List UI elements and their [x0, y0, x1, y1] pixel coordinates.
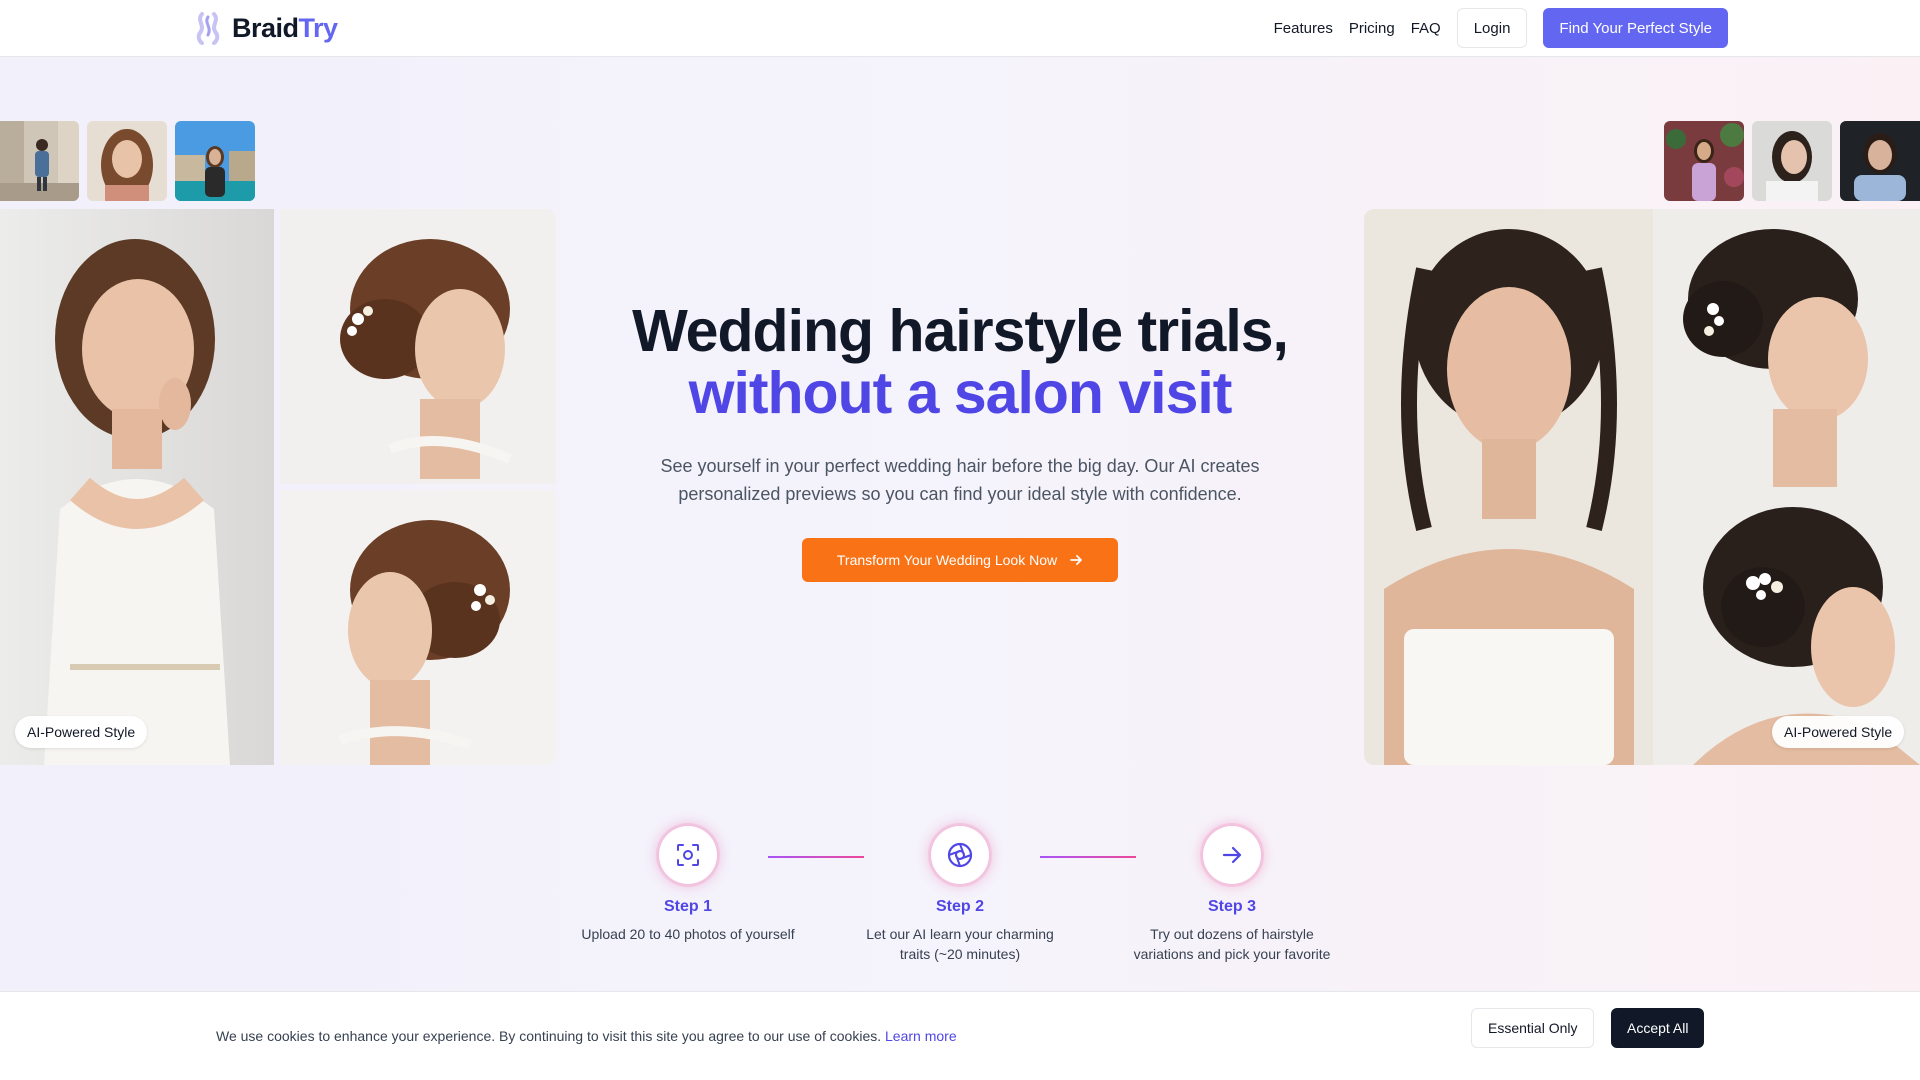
arrow-right-icon: [1222, 846, 1242, 864]
thumbnail-photo: [1664, 121, 1744, 201]
learn-more-link[interactable]: Learn more: [885, 1028, 957, 1044]
braided-updo-back-photo: [280, 490, 556, 765]
step-2-description: Let our AI learn your charming traits (~…: [866, 926, 1054, 962]
right-photo-grid: AI-Powered Style: [1364, 209, 1920, 765]
ai-powered-badge: AI-Powered Style: [15, 716, 148, 748]
hero-heading-line2: without a salon visit: [688, 360, 1233, 426]
login-button[interactable]: Login: [1456, 8, 1528, 48]
cookie-message: We use cookies to enhance your experienc…: [216, 1028, 957, 1044]
thumbnail-photo: [175, 121, 255, 201]
right-thumbnail-strip: [1664, 121, 1920, 201]
cookie-banner: We use cookies to enhance your experienc…: [0, 991, 1920, 1080]
arrow-right-icon: [1070, 555, 1083, 565]
logo[interactable]: BraidTry: [192, 11, 338, 45]
step-2-circle: [931, 826, 989, 884]
bride-front-portrait-photo: [1364, 209, 1653, 765]
hero-subtitle: See yourself in your perfect wedding hai…: [660, 456, 1260, 504]
site-header: BraidTry Features Pricing FAQ Login Find…: [0, 0, 1920, 57]
transform-look-button-label: Transform Your Wedding Look Now: [836, 552, 1058, 568]
ai-powered-badge: AI-Powered Style: [1772, 716, 1905, 748]
bun-updo-side-photo: [1653, 209, 1920, 487]
hero-section: Wedding hairstyle trials, without a salo…: [580, 300, 1340, 582]
left-thumbnail-strip: [0, 121, 255, 201]
step-3: Step 3 Try out dozens of hairstyle varia…: [1112, 826, 1352, 964]
scan-icon: [677, 844, 699, 866]
left-photo-grid: AI-Powered Style: [0, 209, 556, 765]
logo-text: BraidTry: [232, 13, 338, 44]
step-3-description: Try out dozens of hairstyle variations a…: [1133, 926, 1331, 962]
essential-only-button[interactable]: Essential Only: [1471, 1008, 1595, 1048]
nav-pricing-link[interactable]: Pricing: [1349, 20, 1395, 37]
aperture-icon: [947, 842, 973, 868]
nav-faq-link[interactable]: FAQ: [1411, 20, 1441, 37]
step-2-title: Step 2: [935, 898, 984, 915]
step-2: Step 2 Let our AI learn your charming tr…: [840, 826, 1080, 964]
transform-look-button[interactable]: Transform Your Wedding Look Now: [802, 538, 1118, 582]
main-nav: Features Pricing FAQ Login Find Your Per…: [1274, 8, 1728, 48]
step-1-description: Upload 20 to 40 photos of yourself: [581, 926, 795, 942]
logo-text-part2: Try: [298, 12, 339, 43]
nav-features-link[interactable]: Features: [1274, 20, 1333, 37]
braid-logo-icon: [196, 12, 220, 45]
find-style-button[interactable]: Find Your Perfect Style: [1543, 8, 1728, 48]
thumbnail-photo: [1840, 121, 1920, 201]
cookie-message-text: We use cookies to enhance your experienc…: [216, 1028, 882, 1044]
bride-portrait-photo: [0, 209, 274, 765]
step-1: Step 1 Upload 20 to 40 photos of yoursel…: [568, 826, 808, 944]
thumbnail-photo: [0, 121, 79, 201]
hero-heading-line1: Wedding hairstyle trials,: [632, 298, 1289, 364]
hero-heading: Wedding hairstyle trials, without a salo…: [580, 300, 1340, 424]
step-1-title: Step 1: [663, 898, 712, 915]
braided-updo-side-photo: [280, 209, 556, 484]
step-3-title: Step 3: [1207, 898, 1256, 915]
accept-all-button[interactable]: Accept All: [1611, 1008, 1705, 1048]
step-1-circle: [659, 826, 717, 884]
logo-text-part1: Braid: [232, 12, 299, 43]
thumbnail-photo: [1752, 121, 1832, 201]
step-3-circle: [1203, 826, 1261, 884]
thumbnail-photo: [87, 121, 167, 201]
